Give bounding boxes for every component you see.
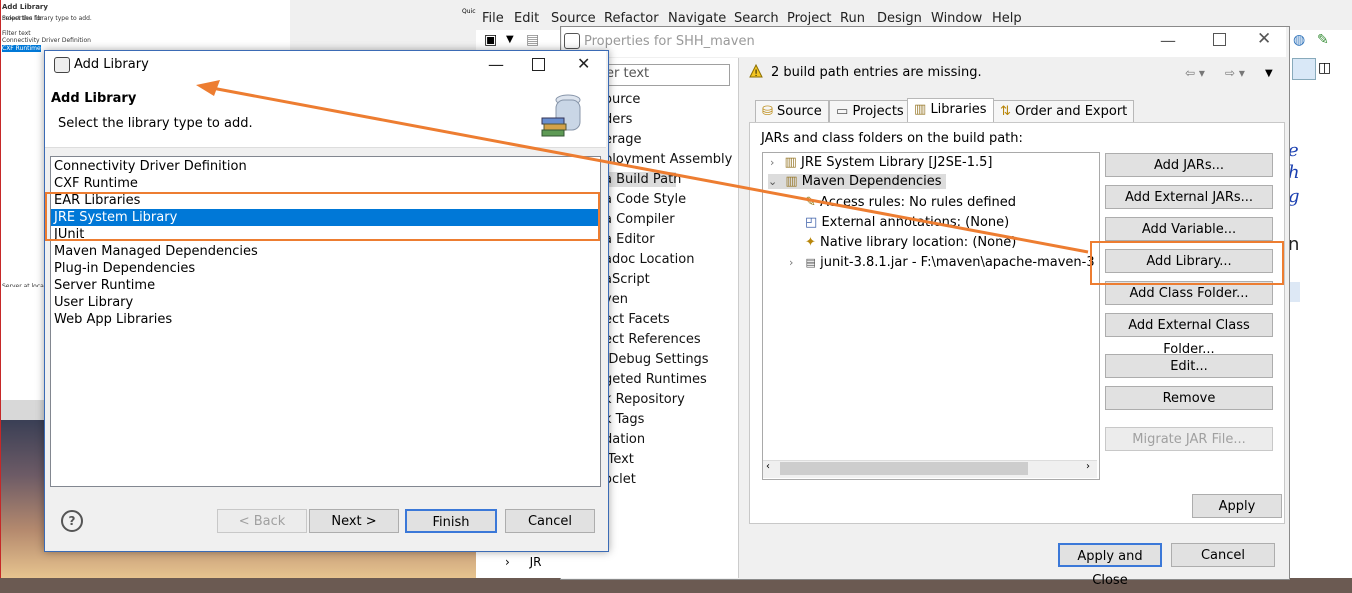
annotation-arrow (196, 80, 1089, 254)
